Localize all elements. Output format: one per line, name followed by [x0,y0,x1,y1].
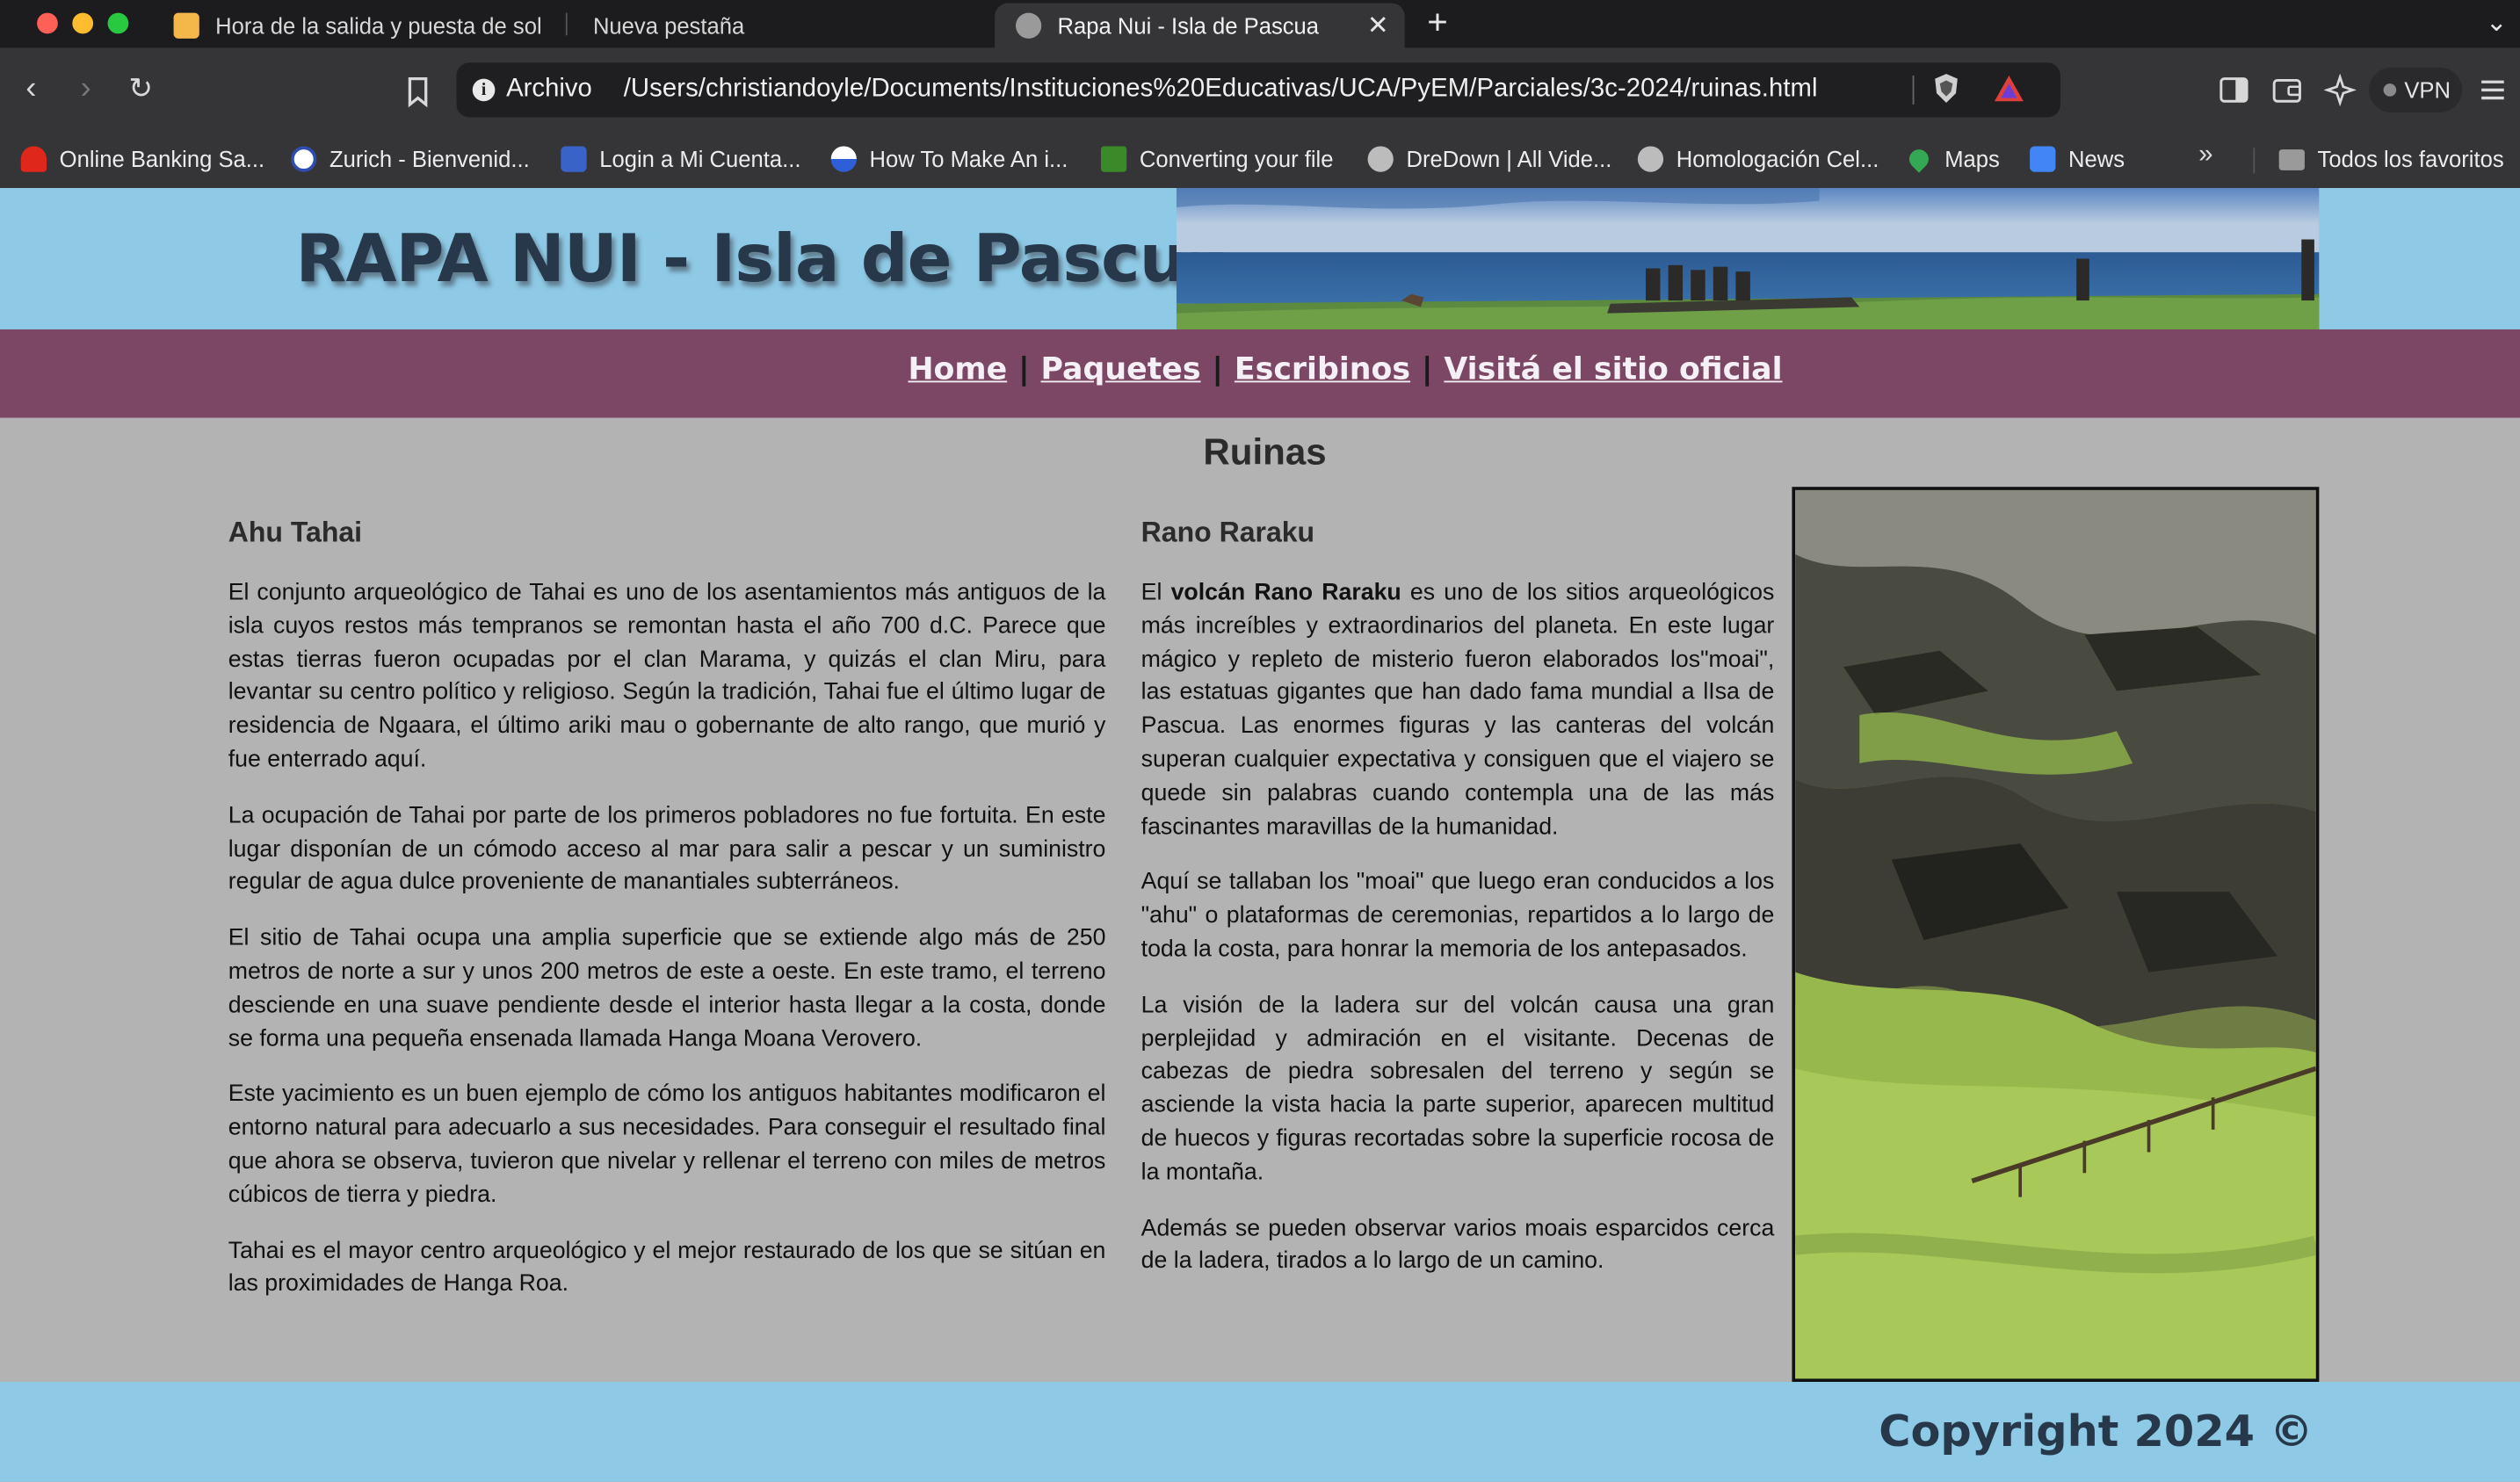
news-icon [2030,146,2056,172]
nav-link-sitio-oficial[interactable]: Visitá el sitio oficial [1444,352,1782,387]
forward-arrow-icon[interactable]: › [80,70,91,105]
tab-new-tab[interactable]: Nueva pestaña [593,4,946,48]
folder-icon [2278,148,2305,170]
nav-link-escribinos[interactable]: Escribinos [1235,352,1410,387]
bookmarks-overflow-button[interactable]: » [2198,141,2212,170]
vpn-label: VPN [2404,76,2451,104]
account-grid-icon [561,146,587,172]
paragraph: Además se pueden observar varios moais e… [1141,1215,1775,1276]
paragraph: La visión de la ladera sur del volcán ca… [1141,992,1775,1186]
site-title: RAPA NUI - Isla de Pascua [295,220,1230,298]
bookmark-how-to-make[interactable]: How To Make An i... [830,141,1068,177]
tab-sunrise-sunset[interactable]: Hora de la salida y puesta de sol | [173,4,547,48]
address-scheme: Archivo [506,75,592,104]
sidebar-icon[interactable] [2218,74,2250,106]
site-navbar: Home | Paquetes | Escribinos | Visitá el… [0,329,2520,418]
maps-pin-icon [1905,145,1933,173]
convert-x-icon [1100,146,1127,172]
bookmark-zurich[interactable]: Zurich - Bienvenid... [291,141,530,177]
nav-link-home[interactable]: Home [908,352,1007,387]
site-banner: RAPA NUI - Isla de Pascua [0,188,2520,329]
info-icon[interactable]: i [472,78,496,102]
menu-icon[interactable] [2477,74,2509,106]
vpn-button[interactable]: VPN [2369,67,2463,113]
close-tab-icon[interactable]: ✕ [1367,10,1389,42]
nav-separator: | [1017,351,1030,387]
bookmark-converting-file[interactable]: Converting your file [1100,141,1334,177]
new-tab-button[interactable]: + [1427,3,1448,42]
paragraph-text: es uno de los sitios arqueológicos más i… [1141,580,1775,840]
nav-separator: | [1212,351,1224,387]
address-bar[interactable]: i Archivo /Users/christiandoyle/Document… [456,62,2060,118]
bookmark-label: Online Banking Sa... [59,146,265,172]
globe-half-icon [830,146,857,172]
all-bookmarks-folder[interactable]: Todos los favoritos [2278,141,2504,177]
bookmark-homologacion[interactable]: Homologación Cel... [1637,141,1879,177]
rano-raraku-photo [1792,487,2320,1383]
bookmark-label: How To Make An i... [869,146,1068,172]
section-title: Rano Raraku [1141,516,1315,548]
bookmarks-bar: Online Banking Sa... Zurich - Bienvenid.… [0,131,2520,189]
coast-moai-banner-image [1176,188,2320,329]
tab-rapa-nui[interactable]: Rapa Nui - Isla de Pascua ✕ [995,3,1405,48]
site-footer: Copyright 2024 © [0,1382,2520,1482]
globe-icon [1367,146,1394,172]
globe-icon [1637,146,1664,172]
reload-icon[interactable]: ↻ [128,70,153,105]
bookmark-maps[interactable]: Maps [1905,141,2000,177]
globe-favicon-icon [1015,12,1042,39]
bookmark-label: DreDown | All Vide... [1406,146,1612,172]
tab-title: Rapa Nui - Isla de Pascua [1057,12,1320,39]
bookmark-icon[interactable] [402,76,434,108]
paragraph-bold-text: volcán Rano Raraku [1170,580,1401,606]
zoom-window-button[interactable] [107,12,129,34]
section-rano-raraku: Rano Raraku El volcán Rano Raraku es uno… [1141,512,1775,1301]
bookmark-label: Login a Mi Cuenta... [599,146,801,172]
site-nav-links: Home | Paquetes | Escribinos | Visitá el… [908,352,1782,387]
tab-title: Hora de la salida y puesta de sol | [215,12,547,39]
section-title: Ahu Tahai [228,516,363,548]
nav-link-paquetes[interactable]: Paquetes [1041,352,1201,387]
brave-rewards-icon[interactable] [1993,74,2025,103]
bookmark-online-banking[interactable]: Online Banking Sa... [20,141,265,177]
wallet-icon[interactable] [2271,74,2304,106]
browser-window: Hora de la salida y puesta de sol | Nuev… [0,0,2520,1482]
navigation-toolbar: ‹ › ↻ i Archivo /Users/christiandoyle/Do… [0,47,2520,132]
paragraph: El sitio de Tahai ocupa una amplia super… [228,925,1106,1052]
tab-bar: Hora de la salida y puesta de sol | Nuev… [0,0,2520,48]
paragraph: El volcán Rano Raraku es uno de los siti… [1141,577,1775,844]
zurich-z-icon [291,146,317,172]
bookmark-login-cuenta[interactable]: Login a Mi Cuenta... [561,141,800,177]
paragraph: Este yacimiento es un buen ejemplo de có… [228,1081,1106,1209]
brave-shield-icon[interactable] [1932,72,1961,105]
close-window-button[interactable] [37,12,58,34]
bookmark-dredown[interactable]: DreDown | All Vide... [1367,141,1612,177]
back-arrow-icon[interactable]: ‹ [25,70,36,105]
web-page: RAPA NUI - Isla de Pascua Home | Paquete… [0,188,2520,1482]
minimize-window-button[interactable] [72,12,94,34]
copyright-text: Copyright 2024 © [1879,1407,2314,1457]
vpn-status-icon [2383,83,2397,97]
paragraph: La ocupación de Tahai por parte de los p… [228,803,1106,896]
bookmark-news[interactable]: News [2030,141,2125,177]
paragraph: Tahai es el mayor centro arqueológico y … [228,1238,1106,1298]
nav-separator: | [1421,351,1433,387]
santander-flame-icon [20,146,47,172]
sun-favicon-icon [173,12,199,39]
bookmark-label: Todos los favoritos [2317,146,2504,172]
section-ahu-tahai: Ahu Tahai El conjunto arqueológico de Ta… [228,512,1106,1324]
bookmark-label: News [2068,146,2125,172]
paragraph-text: El [1141,580,1171,606]
address-url[interactable]: /Users/christiandoyle/Documents/Instituc… [624,76,1818,105]
paragraph: Aquí se tallaban los "moai" que luego er… [1141,870,1775,963]
bookmark-label: Maps [1944,146,2000,172]
tab-title: Nueva pestaña [592,12,745,39]
page-heading: Ruinas [1203,430,1327,473]
chevron-down-icon[interactable]: ⌄ [2486,6,2508,39]
leo-ai-icon[interactable] [2323,74,2357,106]
bookmark-label: Zurich - Bienvenid... [329,146,530,172]
bookmark-label: Homologación Cel... [1676,146,1879,172]
paragraph: El conjunto arqueológico de Tahai es uno… [228,580,1106,773]
bookmark-label: Converting your file [1139,146,1334,172]
